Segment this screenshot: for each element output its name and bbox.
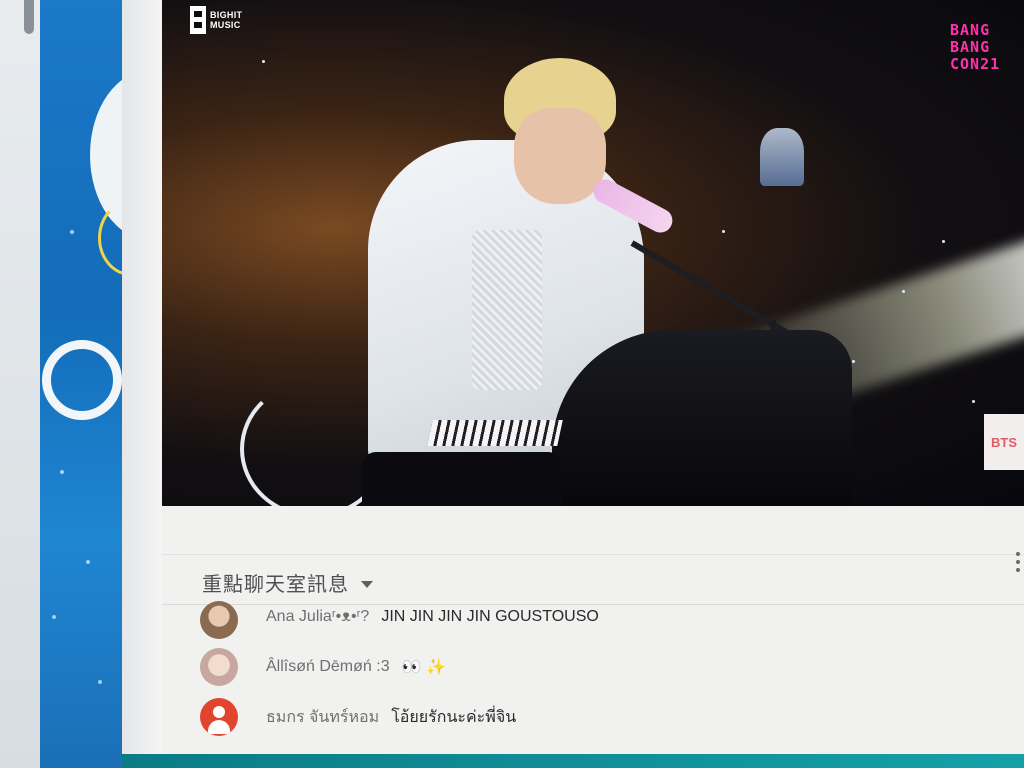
wallpaper-dot: [60, 470, 64, 474]
video-player[interactable]: BIGHIT MUSIC BANG BANG CON21 BTS: [162, 0, 1024, 506]
wallpaper-dot: [70, 230, 74, 234]
default-avatar-icon[interactable]: [200, 698, 238, 736]
chevron-down-icon: [361, 581, 373, 588]
wallpaper-arc: [98, 200, 122, 276]
brand-logo-text: BIGHIT MUSIC: [210, 10, 243, 30]
avatar[interactable]: [200, 648, 238, 686]
chat-author[interactable]: Ana Juliaʳ•ᴥ•ʳ?: [266, 608, 369, 626]
avatar[interactable]: [200, 601, 238, 639]
bighit-logo-mark: [190, 6, 206, 34]
grand-piano: [552, 330, 852, 506]
chat-message: Ana Juliaʳ•ᴥ•ʳ? JIN JIN JIN JIN GOUSTOUS…: [200, 601, 1000, 642]
chat-header-divider: [162, 604, 1024, 605]
wallpaper-dot: [52, 615, 56, 619]
performer-face: [514, 108, 606, 204]
chat-text: โอ้ยยรักนะค่ะพี่จิน: [391, 708, 517, 726]
chat-mode-selector[interactable]: 重點聊天室訊息: [202, 568, 373, 597]
sparkle: [262, 60, 265, 63]
sparkle: [942, 240, 945, 243]
chat-author[interactable]: ธมกร จันทร์หอม: [266, 705, 379, 730]
performer-vest: [472, 230, 542, 390]
browser-window: BIGHIT MUSIC BANG BANG CON21 BTS 重點聊天室訊息…: [122, 0, 1024, 768]
sparkle: [972, 400, 975, 403]
desktop-edge: [0, 0, 40, 768]
desktop-scroll-nub: [24, 0, 34, 34]
chat-message: ธมกร จันทร์หอม โอ้ยยรักนะค่ะพี่จิน: [200, 692, 1000, 742]
piano-bench: [362, 452, 562, 506]
sparkle: [902, 290, 905, 293]
taskbar-edge: [122, 754, 1024, 768]
chat-top-divider: [162, 554, 1024, 555]
chat-message: Âllîsøń Dēmøń :3 👀 ✨: [200, 642, 1000, 692]
chat-title: 重點聊天室訊息: [202, 574, 349, 596]
bts-corner-tag: BTS: [984, 414, 1024, 470]
bang-bang-con-logo: BANG BANG CON21: [950, 21, 1001, 73]
vertical-dots-icon[interactable]: [1016, 552, 1022, 572]
live-chat-panel: 重點聊天室訊息 Ana Juliaʳ•ᴥ•ʳ? JIN JIN JIN JIN …: [162, 506, 1024, 768]
chat-message-list: Ana Juliaʳ•ᴥ•ʳ? JIN JIN JIN JIN GOUSTOUS…: [200, 601, 1000, 742]
chat-text: JIN JIN JIN JIN GOUSTOUSO: [381, 608, 599, 625]
wallpaper-ring: [42, 340, 122, 420]
sparkle: [722, 230, 725, 233]
wallpaper-dot: [98, 680, 102, 684]
desktop-wallpaper: [40, 0, 122, 768]
wallpaper-dot: [86, 560, 90, 564]
chat-text: 👀 ✨: [401, 659, 446, 676]
bighit-music-logo: BIGHIT MUSIC: [190, 6, 244, 34]
sparkle: [852, 360, 855, 363]
chat-author[interactable]: Âllîsøń Dēmøń :3: [266, 658, 390, 676]
window-frame-edge: [122, 0, 162, 768]
background-screen-figure: [760, 128, 804, 186]
piano-keys: [427, 420, 563, 446]
